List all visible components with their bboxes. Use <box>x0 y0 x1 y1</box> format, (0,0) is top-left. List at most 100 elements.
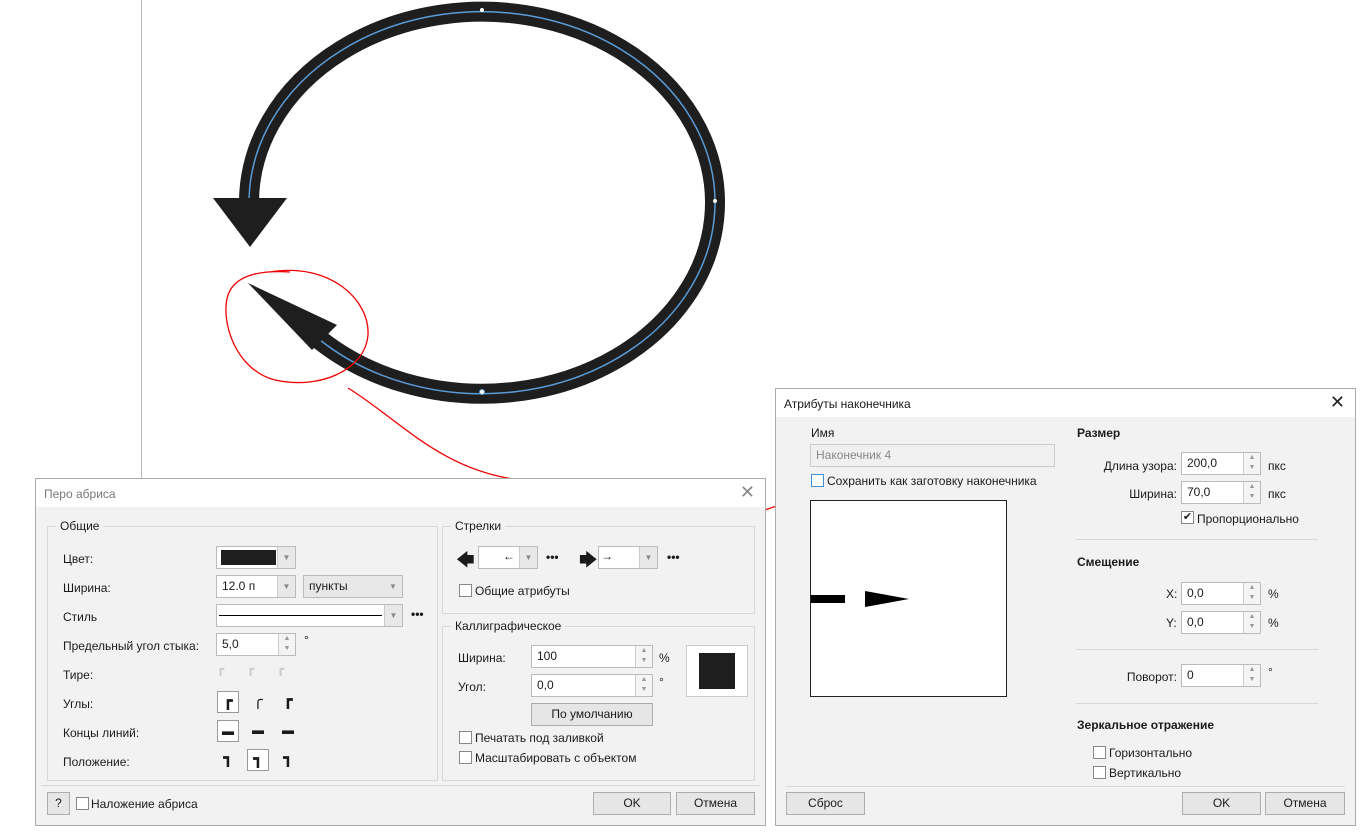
ok-button[interactable]: OK <box>1182 792 1261 815</box>
corners-label: Углы: <box>63 697 94 711</box>
dialog-title: Атрибуты наконечника <box>784 397 911 411</box>
arrows-group: Стрелки <box>442 519 755 614</box>
overprint-label: Наложение абриса <box>91 797 198 811</box>
unit: ° <box>1268 665 1273 679</box>
offset-y-input[interactable]: 0,0 ▲ ▼ <box>1181 611 1261 634</box>
nib-preview[interactable] <box>686 645 748 697</box>
close-icon[interactable]: ✕ <box>740 482 755 503</box>
outline-pen-dialog: Перо абриса ✕ Общие Цвет: ▼ Ширина: 12.0… <box>35 478 766 826</box>
butt-cap-icon[interactable]: ▬ <box>217 720 239 742</box>
mirror-horizontal-checkbox[interactable] <box>1093 746 1106 759</box>
round-corner-icon[interactable]: ╭ <box>247 691 269 713</box>
mirror-horizontal-label: Горизонтально <box>1109 746 1193 760</box>
round-cap-icon[interactable]: ▬ <box>247 720 269 742</box>
name-input[interactable]: Наконечник 4 <box>810 444 1055 467</box>
style-select[interactable]: ▼ <box>216 604 403 627</box>
caps-label: Концы линий: <box>63 726 140 740</box>
value: 200,0 <box>1187 456 1218 470</box>
arrowhead-attributes-dialog: Атрибуты наконечника ✕ Имя Наконечник 4 … <box>775 388 1356 826</box>
arrowhead-preview <box>810 500 1007 697</box>
miter-label: Предельный угол стыка: <box>63 639 200 653</box>
name-label: Имя <box>811 426 835 440</box>
cancel-button[interactable]: Отмена <box>1265 792 1345 815</box>
save-preset-checkbox[interactable] <box>811 474 824 487</box>
color-label: Цвет: <box>63 552 94 566</box>
miter-unit: ° <box>304 633 309 647</box>
width-input[interactable]: 70,0 ▲ ▼ <box>1181 481 1261 504</box>
group-legend: Стрелки <box>451 519 506 533</box>
dash-label: Тире: <box>63 668 94 682</box>
proportional-checkbox[interactable]: ✔ <box>1181 511 1194 524</box>
unit: ° <box>659 675 664 689</box>
bevel-corner-icon[interactable]: ┏ <box>277 691 299 713</box>
unit: % <box>1268 616 1279 630</box>
units-select[interactable]: пункты ▼ <box>303 575 403 598</box>
start-arrow-icon: 🡄 <box>456 550 475 570</box>
end-arrow-more-icon[interactable]: ••• <box>667 550 680 564</box>
save-preset-label: Сохранить как заготовку наконечника <box>827 474 1037 488</box>
behind-fill-checkbox[interactable] <box>459 731 472 744</box>
close-icon[interactable]: ✕ <box>1330 392 1345 413</box>
style-more-icon[interactable]: ••• <box>411 607 424 621</box>
spinner-icon[interactable]: ▲ ▼ <box>278 634 295 655</box>
value: 0 <box>1187 668 1194 682</box>
length-input[interactable]: 200,0 ▲ ▼ <box>1181 452 1261 475</box>
scale-with-object-checkbox[interactable] <box>459 751 472 764</box>
dash-corner-icon: ┏ <box>247 662 255 676</box>
start-arrow-more-icon[interactable]: ••• <box>546 550 559 564</box>
default-button[interactable]: По умолчанию <box>531 703 653 726</box>
line-preview <box>811 595 845 603</box>
width-value: 12.0 п <box>222 579 256 593</box>
mirror-vertical-label: Вертикально <box>1109 766 1182 780</box>
value: 70,0 <box>1187 485 1211 499</box>
end-arrow-select[interactable]: → ▼ <box>598 546 658 569</box>
outside-position-icon[interactable]: ┓ <box>217 749 239 771</box>
dash-corner-icon: ┏ <box>217 662 225 676</box>
reset-button[interactable]: Сброс <box>786 792 865 815</box>
width-label: Ширина: <box>1129 487 1177 501</box>
shared-attributes-checkbox[interactable] <box>459 584 472 597</box>
help-button[interactable]: ? <box>47 792 70 815</box>
miter-corner-icon[interactable]: ┏ <box>217 691 239 713</box>
mirror-vertical-checkbox[interactable] <box>1093 766 1106 779</box>
miter-input[interactable]: 5,0 ▲ ▼ <box>216 633 296 656</box>
cancel-button[interactable]: Отмена <box>676 792 755 815</box>
y-label: Y: <box>1166 616 1177 630</box>
value: 0,0 <box>1187 586 1204 600</box>
value: 0,0 <box>1187 615 1204 629</box>
position-label: Положение: <box>63 755 130 769</box>
rotation-input[interactable]: 0 ▲ ▼ <box>1181 664 1261 687</box>
dialog-title: Перо абриса <box>44 487 116 501</box>
miter-value: 5,0 <box>222 637 239 651</box>
calligraphic-angle-label: Угол: <box>458 680 486 694</box>
unit: пкс <box>1268 459 1286 473</box>
ok-button[interactable]: OK <box>593 792 671 815</box>
center-position-icon[interactable]: ┓ <box>247 749 269 771</box>
length-label: Длина узора: <box>1103 459 1177 473</box>
dash-corner-icon: ┏ <box>277 662 285 676</box>
style-label: Стиль <box>63 610 98 624</box>
proportional-label: Пропорционально <box>1197 512 1299 526</box>
scale-with-object-label: Масштабировать с объектом <box>475 751 637 765</box>
group-legend: Каллиграфическое <box>451 619 566 633</box>
offset-x-input[interactable]: 0,0 ▲ ▼ <box>1181 582 1261 605</box>
unit: % <box>1268 587 1279 601</box>
start-arrowhead <box>213 198 287 247</box>
arrow-preview-icon: ← <box>503 549 515 563</box>
color-picker[interactable]: ▼ <box>216 546 296 569</box>
inside-position-icon[interactable]: ┓ <box>277 749 299 771</box>
calligraphic-width-label: Ширина: <box>458 651 506 665</box>
x-label: X: <box>1166 587 1178 601</box>
calligraphic-width-input[interactable]: 100 ▲ ▼ <box>531 645 653 668</box>
overprint-checkbox[interactable] <box>76 797 89 810</box>
node <box>713 199 717 203</box>
width-select[interactable]: 12.0 п ▼ <box>216 575 296 598</box>
calligraphic-angle-input[interactable]: 0,0 ▲ ▼ <box>531 674 653 697</box>
units-value: пункты <box>309 579 348 593</box>
mirror-header: Зеркальное отражение <box>1077 718 1215 732</box>
end-arrow-icon: 🡆 <box>579 550 598 570</box>
square-cap-icon[interactable]: ▬ <box>277 720 299 742</box>
shared-attributes-label: Общие атрибуты <box>475 584 570 598</box>
start-arrow-select[interactable]: ← ▼ <box>478 546 538 569</box>
size-header: Размер <box>1077 426 1121 440</box>
